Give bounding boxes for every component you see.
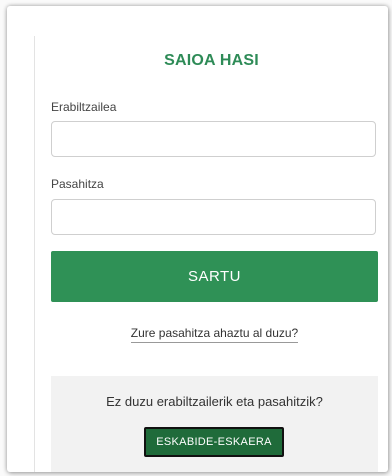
request-access-button[interactable]: ESKABIDE-ESKAERA: [144, 427, 284, 457]
username-field[interactable]: [51, 121, 376, 157]
password-field[interactable]: [51, 199, 376, 235]
password-label: Pasahitza: [51, 177, 104, 191]
forgot-password-row: Zure pasahitza ahaztu al duzu?: [35, 326, 392, 343]
signup-panel: Ez duzu erabiltzailerik eta pasahitzik? …: [51, 376, 378, 472]
login-form: SAIOA HASI Erabiltzailea Pasahitza SARTU…: [34, 36, 378, 472]
login-card: SAIOA HASI Erabiltzailea Pasahitza SARTU…: [7, 6, 388, 472]
username-label: Erabiltzailea: [51, 100, 117, 114]
signup-prompt: Ez duzu erabiltzailerik eta pasahitzik?: [106, 394, 323, 409]
forgot-password-link[interactable]: Zure pasahitza ahaztu al duzu?: [130, 326, 299, 343]
login-button[interactable]: SARTU: [51, 251, 378, 302]
page: SAIOA HASI Erabiltzailea Pasahitza SARTU…: [0, 0, 392, 476]
page-title: SAIOA HASI: [164, 52, 259, 69]
